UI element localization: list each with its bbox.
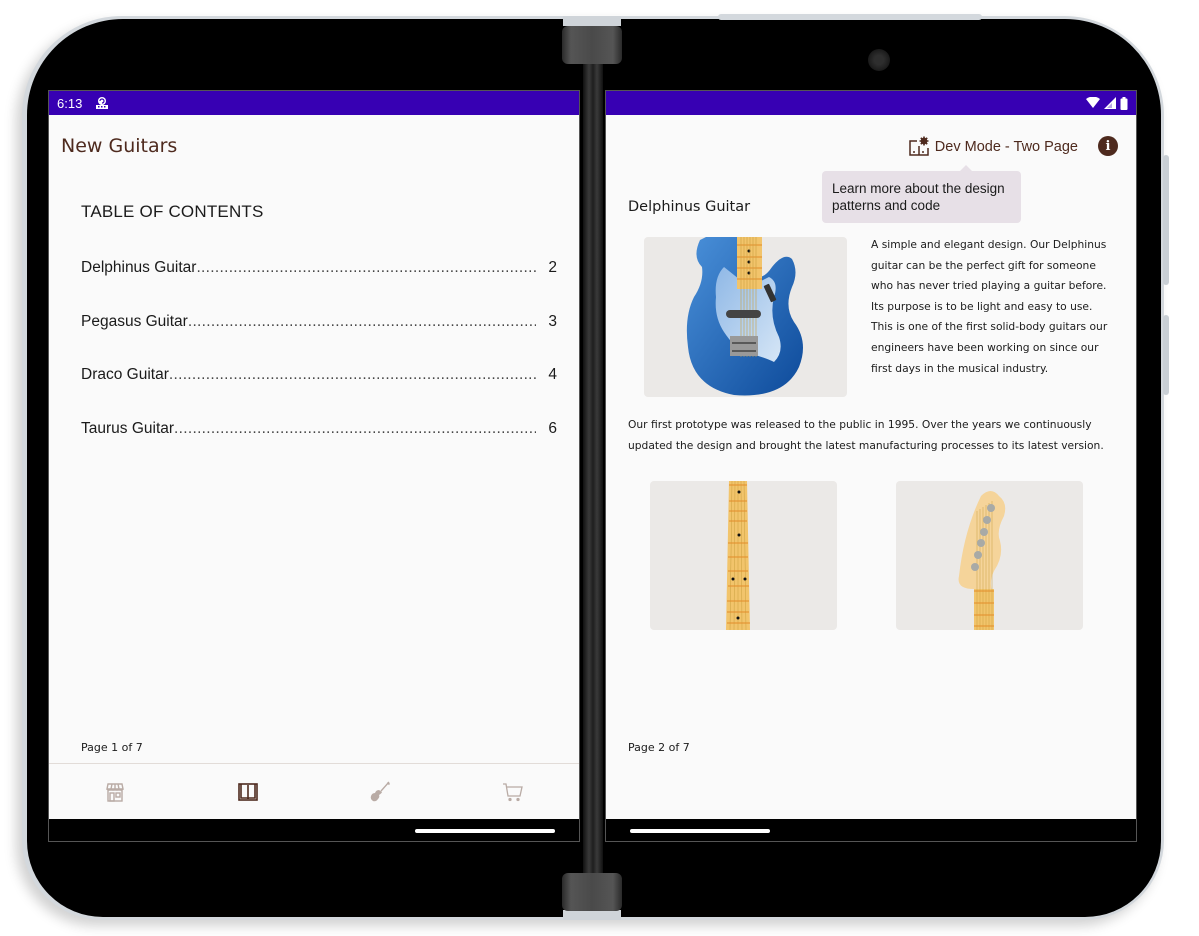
- nav-cart-button[interactable]: [447, 764, 580, 819]
- toc-dot-leader: [196, 259, 536, 277]
- toc-item-draco[interactable]: Draco Guitar 4: [81, 366, 557, 420]
- guitar-headstock-image: [896, 481, 1083, 630]
- toc-item-page: 2: [548, 259, 557, 276]
- info-icon[interactable]: i: [1098, 136, 1118, 156]
- tooltip: Learn more about the design patterns and…: [822, 165, 1021, 223]
- article-body-text: Our first prototype was released to the …: [628, 418, 1104, 452]
- device-hinge: [583, 60, 603, 910]
- dev-mode-button[interactable]: Dev Mode - Two Page: [907, 135, 1078, 159]
- volume-button: [1163, 155, 1169, 285]
- power-button: [1163, 315, 1169, 395]
- hinge-cap-bottom: [562, 873, 622, 911]
- dev-mode-icon: [909, 136, 929, 156]
- storefront-icon: [106, 782, 125, 802]
- toc-item-taurus[interactable]: Taurus Guitar 6: [81, 420, 557, 474]
- toc-list: Delphinus Guitar 2 Pegasus Guitar 3 Drac…: [81, 259, 557, 473]
- hinge-top-metal: [563, 16, 621, 26]
- guitar-fretboard-image: [650, 481, 837, 630]
- gesture-nav-handle[interactable]: [415, 829, 555, 833]
- status-time: 6:13: [57, 95, 83, 111]
- catalog-page-left: New Guitars TABLE OF CONTENTS Delphinus …: [49, 115, 579, 819]
- dev-mode-label: Dev Mode - Two Page: [934, 139, 1078, 155]
- wifi-icon: [1086, 97, 1100, 108]
- nav-catalog-button[interactable]: [182, 764, 315, 819]
- book-icon: [237, 782, 258, 801]
- app-title: New Guitars: [61, 135, 178, 157]
- bottom-navigation: [49, 763, 579, 819]
- toc-item-delphinus[interactable]: Delphinus Guitar 2: [81, 259, 557, 313]
- toc-dot-leader: [169, 366, 537, 384]
- article-intro-text: A simple and elegant design. Our Delphin…: [871, 238, 1108, 375]
- toc-dot-leader: [174, 420, 536, 438]
- toc-item-label: Pegasus Guitar: [81, 312, 188, 330]
- status-bar: 6:13: [49, 91, 579, 115]
- toc-item-page: 6: [548, 419, 557, 437]
- toc-item-pegasus[interactable]: Pegasus Guitar 3: [81, 313, 557, 367]
- article-title: Delphinus Guitar: [628, 199, 751, 215]
- page-indicator: Page 1 of 7: [81, 741, 143, 754]
- guitar-icon: [371, 781, 391, 801]
- hinge-cap-top: [562, 26, 622, 64]
- cart-icon: [502, 782, 523, 801]
- toc-item-label: Taurus Guitar: [81, 419, 175, 437]
- camera-icon: [868, 49, 890, 71]
- right-screen: Dev Mode - Two Page i Learn more about t…: [605, 90, 1137, 842]
- hinge-bottom-metal: [563, 910, 621, 920]
- nav-customize-button[interactable]: [314, 764, 447, 819]
- toc-item-page: 3: [548, 312, 557, 330]
- left-screen: 6:13 New Guitars TABLE OF CONTENTS Delph…: [48, 90, 580, 842]
- toc-item-page: 4: [548, 366, 557, 383]
- device-top-edge: [718, 14, 982, 20]
- guitar-body-image: [644, 237, 847, 397]
- catalog-page-right: Dev Mode - Two Page i Learn more about t…: [606, 115, 1136, 819]
- battery-icon: [1120, 96, 1128, 110]
- toc-heading: TABLE OF CONTENTS: [81, 202, 264, 221]
- nav-store-button[interactable]: [49, 764, 182, 819]
- page-indicator: Page 2 of 7: [628, 741, 690, 754]
- toc-item-label: Delphinus Guitar: [81, 259, 197, 276]
- toc-item-label: Draco Guitar: [81, 366, 169, 383]
- debug-notification-icon: [94, 96, 110, 110]
- signal-icon: [1104, 97, 1116, 109]
- gesture-nav-handle[interactable]: [630, 829, 770, 833]
- status-bar: [606, 91, 1136, 115]
- toc-dot-leader: [188, 313, 537, 331]
